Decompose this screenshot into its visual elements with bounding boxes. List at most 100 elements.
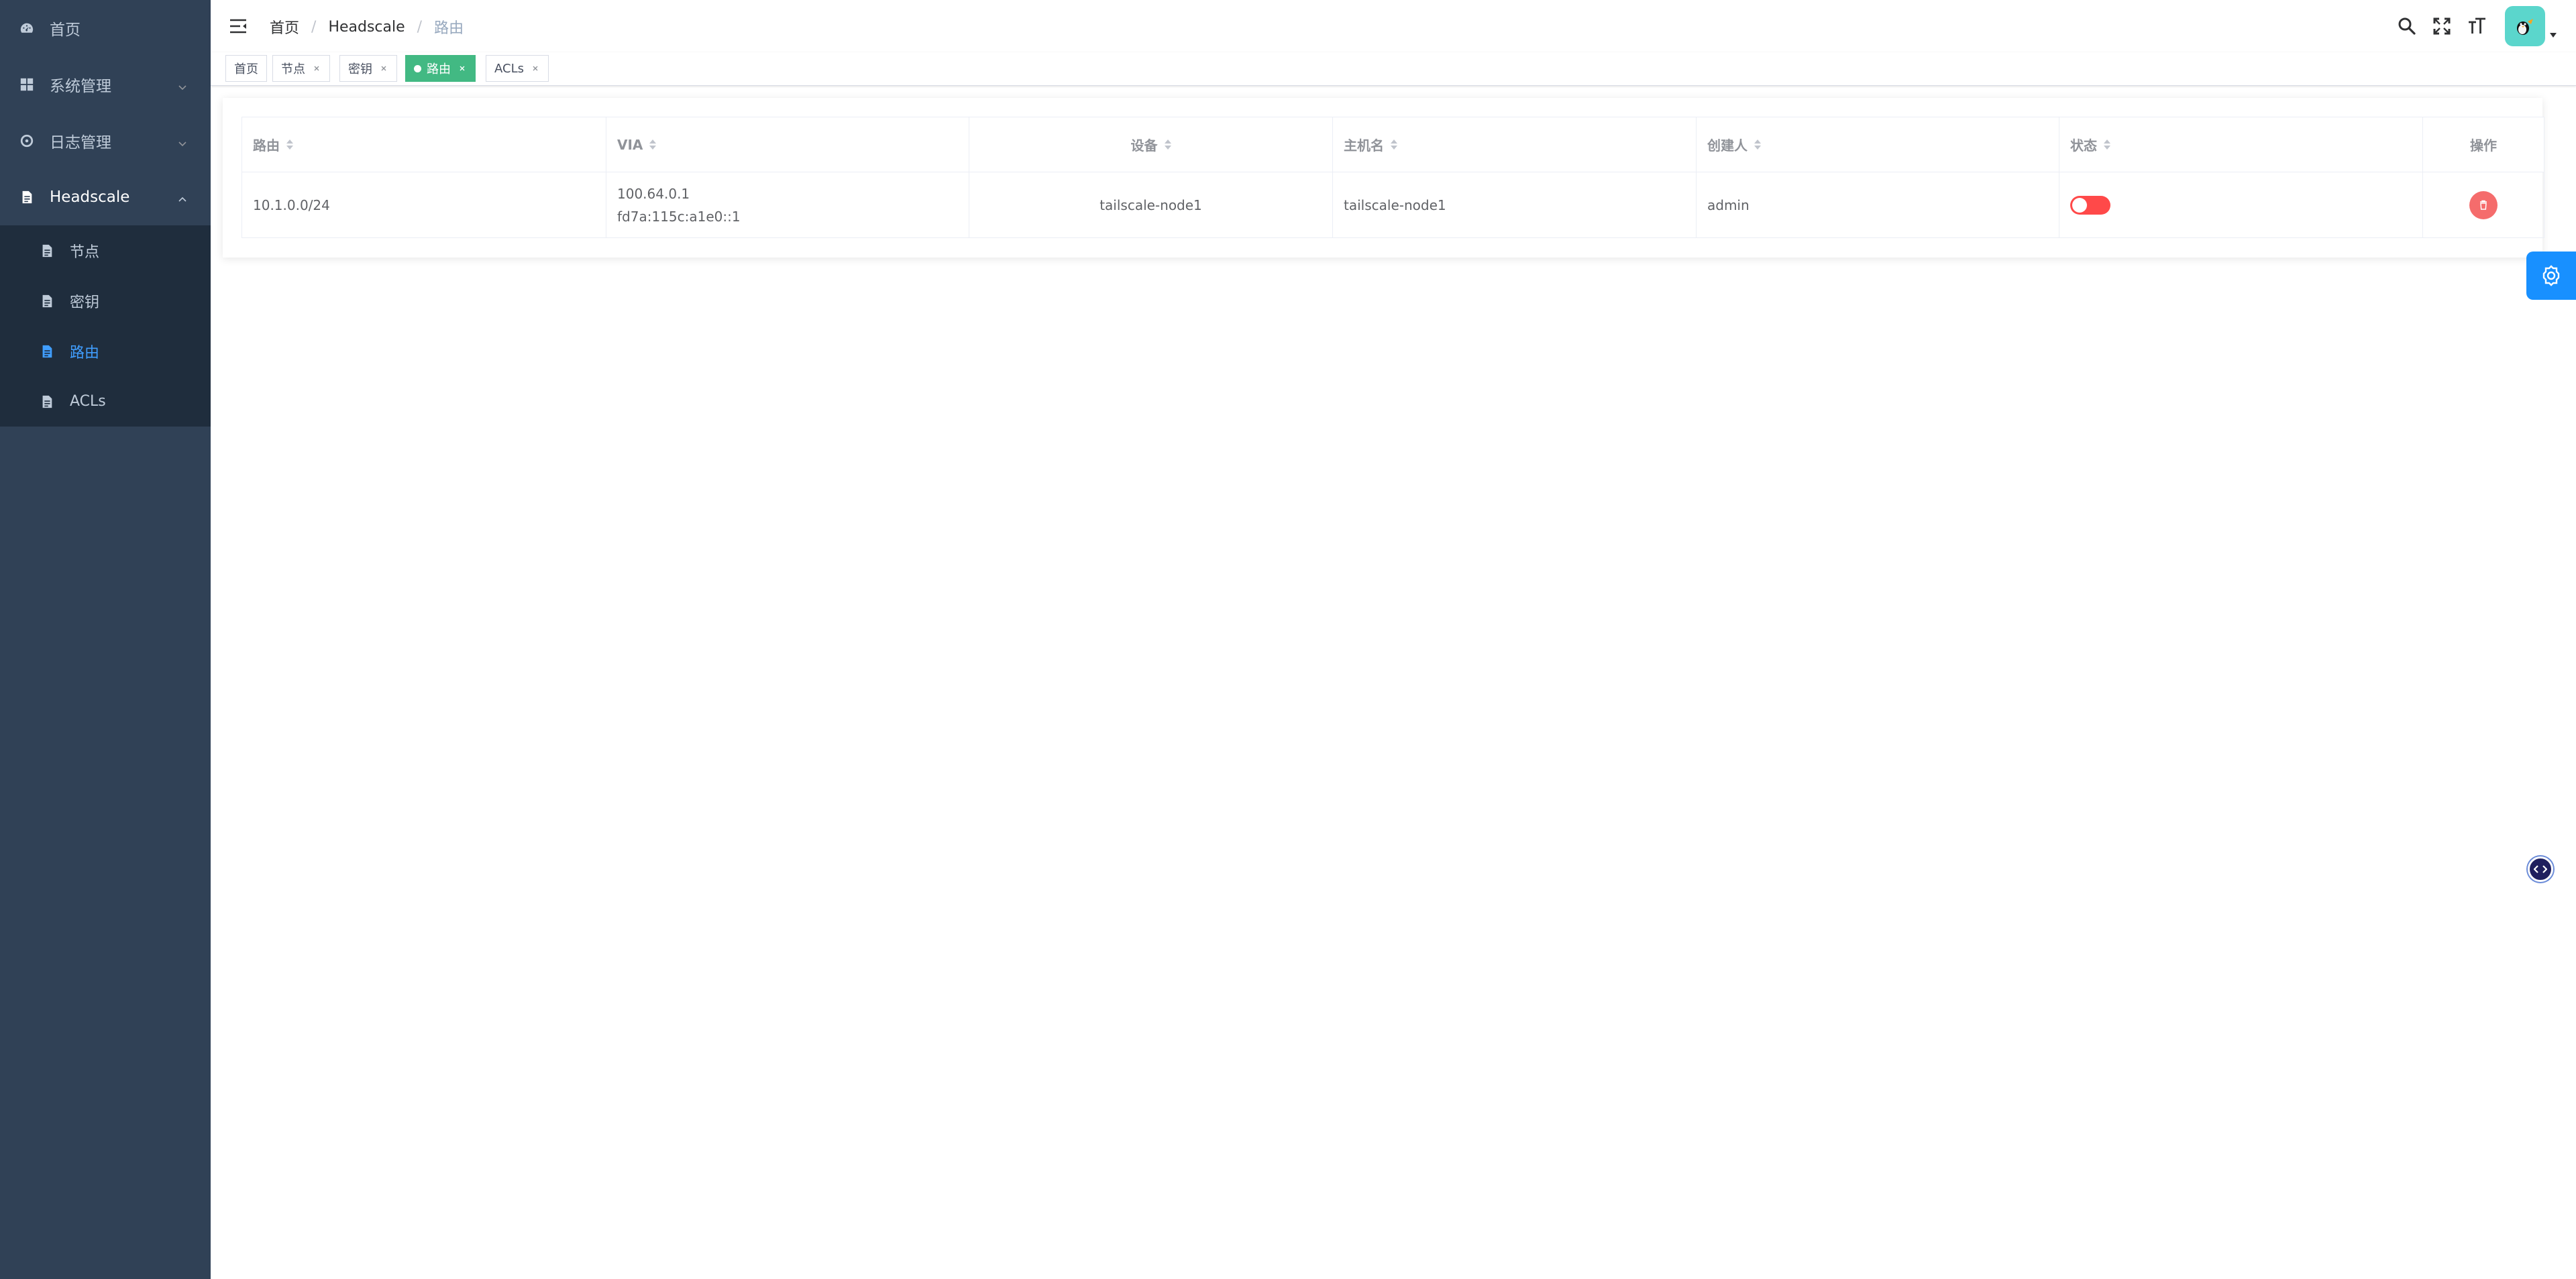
tag-label: 路由 <box>427 62 451 76</box>
table-row: 10.1.0.0/24 100.64.0.1 fd7a:115c:a1e0::1… <box>241 172 2544 238</box>
document-icon <box>39 394 55 410</box>
routes-card: 路由 VIA 设备 主机名 创建人 状态 操作 10.1.0.0/24 100.… <box>223 98 2544 258</box>
navbar: 首页 / Headscale / 路由 <box>211 0 2576 52</box>
sidebar-item-home[interactable]: 首页 <box>0 0 211 56</box>
sidebar: 首页 系统管理 日志管理 Headscale 节点 密钥 路由 ACLs <box>0 0 211 1279</box>
gear-icon <box>2542 265 2560 286</box>
chevron-down-icon <box>177 135 188 147</box>
sort-icon[interactable] <box>286 140 293 150</box>
fullscreen-icon[interactable] <box>2430 14 2454 38</box>
tag-label: 节点 <box>281 62 305 76</box>
sidebar-item-label: 节点 <box>70 243 100 261</box>
sidebar-item-label: Headscale <box>50 188 130 206</box>
chevron-down-icon <box>177 79 188 91</box>
sidebar-item-nodes[interactable]: 节点 <box>0 225 211 276</box>
sidebar-item-label: 路由 <box>70 344 100 362</box>
close-icon[interactable] <box>379 64 388 73</box>
code-icon <box>2534 865 2547 873</box>
column-header-label: 设备 <box>1130 137 1158 154</box>
breadcrumb-headscale[interactable]: Headscale <box>328 19 405 36</box>
breadcrumb-current: 路由 <box>434 20 464 37</box>
hamburger-icon[interactable] <box>228 16 248 36</box>
sort-icon[interactable] <box>1164 140 1171 150</box>
cell-creator: admin <box>1696 172 2059 238</box>
sort-icon[interactable] <box>1754 140 1761 150</box>
document-icon <box>19 189 35 205</box>
tag-label: ACLs <box>494 61 524 76</box>
sidebar-item-routes[interactable]: 路由 <box>0 326 211 376</box>
breadcrumb-separator: / <box>417 18 423 36</box>
tag-acls[interactable]: ACLs <box>486 55 549 82</box>
avatar[interactable] <box>2505 6 2545 46</box>
caret-down-icon[interactable] <box>2548 30 2559 40</box>
document-icon <box>39 293 55 309</box>
column-header-actions: 操作 <box>2422 117 2544 172</box>
cell-route: 10.1.0.0/24 <box>241 172 606 238</box>
sidebar-item-label: 密钥 <box>70 294 100 311</box>
routes-table: 路由 VIA 设备 主机名 创建人 状态 操作 10.1.0.0/24 100.… <box>241 117 2544 238</box>
column-header-label: 创建人 <box>1707 137 1748 154</box>
sidebar-item-acls[interactable]: ACLs <box>0 376 211 427</box>
tag-keys[interactable]: 密钥 <box>339 55 397 82</box>
cell-device: tailscale-node1 <box>969 172 1333 238</box>
close-icon[interactable] <box>458 64 467 73</box>
active-dot <box>414 64 421 72</box>
sidebar-item-keys[interactable]: 密钥 <box>0 276 211 326</box>
status-switch[interactable] <box>2070 195 2110 215</box>
sidebar-item-system[interactable]: 系统管理 <box>0 56 211 113</box>
column-header-label: 路由 <box>253 137 280 154</box>
close-icon[interactable] <box>312 64 321 73</box>
tag-label: 密钥 <box>348 62 372 76</box>
sidebar-item-headscale[interactable]: Headscale <box>0 169 211 225</box>
column-header-status[interactable]: 状态 <box>2059 117 2423 172</box>
breadcrumb: 首页 / Headscale / 路由 <box>270 16 464 38</box>
cell-actions <box>2422 172 2544 238</box>
tags-view: 首页 节点 密钥 路由 ACLs <box>211 52 2576 86</box>
column-header-device[interactable]: 设备 <box>969 117 1333 172</box>
sidebar-item-label: 系统管理 <box>50 78 111 95</box>
tag-nodes[interactable]: 节点 <box>272 55 330 82</box>
sort-icon[interactable] <box>1391 140 1397 150</box>
switch-knob <box>2072 197 2087 213</box>
column-header-label: 主机名 <box>1344 137 1384 154</box>
breadcrumb-home[interactable]: 首页 <box>270 16 299 38</box>
cell-hostname: tailscale-node1 <box>1332 172 1697 238</box>
sidebar-item-label: 日志管理 <box>50 134 111 152</box>
delete-button[interactable] <box>2469 190 2498 219</box>
sort-icon[interactable] <box>2104 140 2110 150</box>
dashboard-icon <box>19 20 35 36</box>
settings-button[interactable] <box>2526 252 2576 300</box>
column-header-label: 操作 <box>2470 137 2497 154</box>
tag-label: 首页 <box>234 62 258 76</box>
sidebar-item-logs[interactable]: 日志管理 <box>0 113 211 169</box>
sidebar-item-label: ACLs <box>70 393 106 410</box>
document-icon <box>39 243 55 259</box>
column-header-hostname[interactable]: 主机名 <box>1332 117 1697 172</box>
log-icon <box>19 133 35 149</box>
column-header-via[interactable]: VIA <box>606 117 969 172</box>
navbar-right <box>2384 5 2559 47</box>
via-ipv6: fd7a:115c:a1e0::1 <box>617 208 741 225</box>
cell-status <box>2059 172 2423 238</box>
document-icon <box>39 343 55 359</box>
column-header-label: 状态 <box>2070 137 2097 154</box>
grid-icon <box>19 76 35 93</box>
chevron-up-icon <box>177 192 188 203</box>
sidebar-item-label: 首页 <box>50 21 80 39</box>
breadcrumb-separator: / <box>311 18 317 36</box>
search-icon[interactable] <box>2395 14 2419 38</box>
column-header-creator[interactable]: 创建人 <box>1696 117 2059 172</box>
via-ipv4: 100.64.0.1 <box>617 185 690 202</box>
table-header-row: 路由 VIA 设备 主机名 创建人 状态 操作 <box>241 117 2544 172</box>
floating-assist-button[interactable] <box>2528 856 2553 882</box>
headscale-submenu: 节点 密钥 路由 ACLs <box>0 225 211 427</box>
cell-via: 100.64.0.1 fd7a:115c:a1e0::1 <box>606 172 969 238</box>
tag-home[interactable]: 首页 <box>225 55 267 82</box>
sort-icon[interactable] <box>649 140 657 150</box>
column-header-label: VIA <box>617 136 643 153</box>
font-size-icon[interactable] <box>2465 14 2489 38</box>
trash-icon <box>2480 200 2487 210</box>
column-header-route[interactable]: 路由 <box>241 117 606 172</box>
close-icon[interactable] <box>531 64 540 73</box>
tag-routes[interactable]: 路由 <box>405 55 476 82</box>
